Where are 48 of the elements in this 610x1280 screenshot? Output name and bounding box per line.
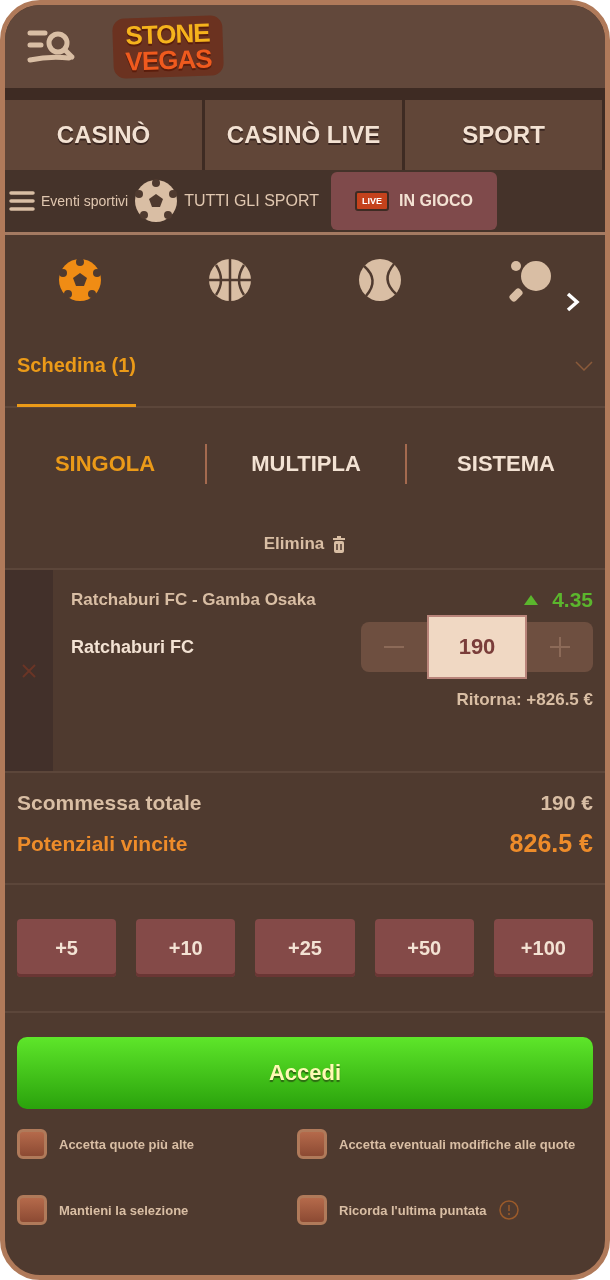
football-icon <box>58 258 102 302</box>
close-icon <box>21 662 37 679</box>
tennis-ball-icon[interactable] <box>358 258 402 302</box>
nav-tab[interactable]: CASINÒ <box>5 100 205 170</box>
menu-search-icon[interactable] <box>27 28 77 65</box>
quick-stake-button[interactable]: +50 <box>374 919 474 977</box>
quick-stake-button[interactable]: +5 <box>17 919 117 977</box>
logo[interactable]: STONE VEGAS <box>112 14 225 79</box>
total-label: Potenziali vincite <box>17 831 188 856</box>
menu-icon <box>9 190 35 212</box>
stake-input[interactable]: 190 <box>427 615 527 679</box>
checkbox[interactable] <box>17 1195 47 1225</box>
option-label: Accetta eventuali modifiche alle quote <box>339 1136 576 1152</box>
quick-stake-button[interactable]: +10 <box>136 919 236 977</box>
nav-tab[interactable]: SPORT <box>405 100 605 170</box>
checkbox[interactable] <box>297 1195 327 1225</box>
total-value: 826.5 € <box>509 829 593 858</box>
option-label: Ricorda l'ultima puntata <box>339 1202 487 1218</box>
nav-tab[interactable]: CASINÒ LIVE <box>205 100 405 170</box>
all-sports-button[interactable]: TUTTI GLI SPORT <box>134 179 319 223</box>
football-icon <box>134 179 179 223</box>
basketball-icon[interactable] <box>208 258 252 302</box>
option-label: Accetta quote più alte <box>59 1136 195 1152</box>
checkbox[interactable] <box>17 1129 47 1159</box>
info-icon[interactable] <box>498 1200 519 1220</box>
chevron-right-icon[interactable] <box>565 291 581 313</box>
quick-stake-button[interactable]: +100 <box>493 919 593 977</box>
live-badge: LIVE <box>355 191 390 211</box>
event-name: Ratchaburi FC - Gamba Osaka <box>71 590 316 610</box>
return-amount: Ritorna: +826.5 € <box>456 690 593 710</box>
delete-button[interactable]: Elimina <box>257 533 353 555</box>
chevron-down-icon[interactable] <box>575 360 593 371</box>
trash-icon <box>332 535 347 553</box>
odds-value: 4.35 <box>552 588 593 612</box>
total-value: 190 € <box>540 791 593 815</box>
bet-type-tab[interactable]: SINGOLA <box>5 444 205 484</box>
bet-type-tab[interactable]: MULTIPLA <box>205 444 405 484</box>
quick-stake-button[interactable]: +25 <box>255 919 355 977</box>
total-label: Scommessa totale <box>17 791 202 815</box>
live-button[interactable]: LIVE IN GIOCO <box>331 172 497 230</box>
option-label: Mantieni la selezione <box>59 1202 189 1218</box>
checkbox[interactable] <box>297 1129 327 1159</box>
plus-icon <box>550 637 570 657</box>
selection-name: Ratchaburi FC <box>71 636 194 658</box>
sports-menu-button[interactable]: Eventi sportivi <box>9 190 129 212</box>
bet-type-tab[interactable]: SISTEMA <box>405 444 605 484</box>
betslip-title[interactable]: Schedina (1) <box>17 354 136 377</box>
ping-pong-icon[interactable] <box>508 258 552 302</box>
